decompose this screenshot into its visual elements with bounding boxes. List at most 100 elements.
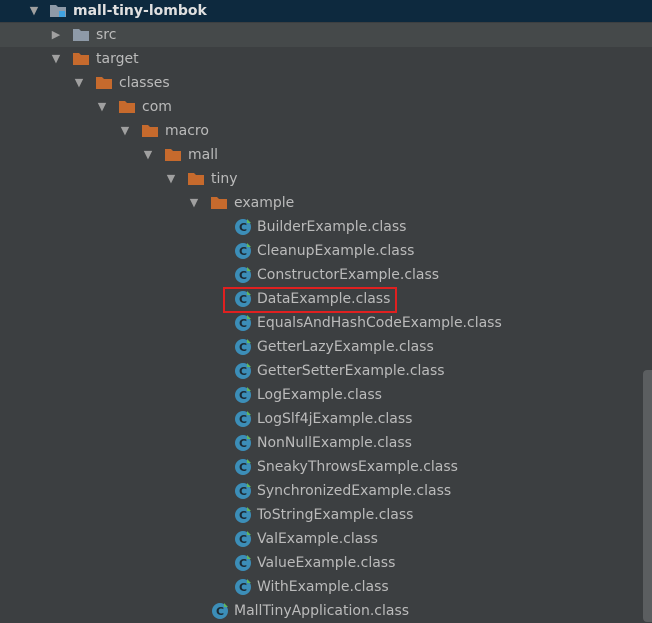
project-tree: ▼ mall-tiny-lombok ▶ src ▼ target ▼ clas… xyxy=(0,0,652,622)
tree-row-class-file[interactable]: C ValExample.class xyxy=(0,527,652,551)
tree-row-example[interactable]: ▼ example xyxy=(0,191,652,215)
java-class-icon: C xyxy=(235,531,251,547)
folder-label-tiny: tiny xyxy=(211,171,238,187)
folder-label-com: com xyxy=(142,99,172,115)
class-label: ToStringExample.class xyxy=(257,507,414,523)
svg-text:C: C xyxy=(239,485,247,498)
tree-row-class-file[interactable]: C GetterLazyExample.class xyxy=(0,335,652,359)
svg-text:C: C xyxy=(239,293,247,306)
folder-icon xyxy=(73,29,89,41)
class-label: BuilderExample.class xyxy=(257,219,407,235)
project-folder-icon xyxy=(50,5,66,17)
triangle-down-icon[interactable]: ▼ xyxy=(28,5,40,17)
svg-text:C: C xyxy=(239,461,247,474)
tree-row-class-file[interactable]: C EqualsAndHashCodeExample.class xyxy=(0,311,652,335)
svg-text:C: C xyxy=(239,365,247,378)
tree-row-tiny[interactable]: ▼ tiny xyxy=(0,167,652,191)
triangle-right-icon[interactable]: ▶ xyxy=(50,29,62,41)
svg-text:C: C xyxy=(239,245,247,258)
class-label: GetterSetterExample.class xyxy=(257,363,445,379)
class-label: MallTinyApplication.class xyxy=(234,603,410,619)
triangle-down-icon[interactable]: ▼ xyxy=(50,53,62,65)
svg-text:C: C xyxy=(239,437,247,450)
folder-icon xyxy=(165,149,181,161)
svg-text:C: C xyxy=(239,581,247,594)
tree-row-mall-tiny-application[interactable]: C MallTinyApplication.class xyxy=(0,599,652,623)
tree-row-class-file[interactable]: C NonNullExample.class xyxy=(0,431,652,455)
java-class-icon: C xyxy=(235,579,251,595)
java-class-icon: C xyxy=(235,411,251,427)
java-class-icon: C xyxy=(235,555,251,571)
java-class-icon: C xyxy=(235,459,251,475)
triangle-down-icon[interactable]: ▼ xyxy=(142,149,154,161)
class-label: ConstructorExample.class xyxy=(257,267,440,283)
svg-text:C: C xyxy=(216,605,224,618)
tree-row-target[interactable]: ▼ target xyxy=(0,47,652,71)
class-label: SneakyThrowsExample.class xyxy=(257,459,458,475)
class-label: LogExample.class xyxy=(257,387,382,403)
folder-label-example: example xyxy=(234,195,295,211)
folder-label-macro: macro xyxy=(165,123,209,139)
folder-icon xyxy=(96,77,112,89)
tree-row-macro[interactable]: ▼ macro xyxy=(0,119,652,143)
java-class-icon: C xyxy=(235,507,251,523)
vertical-scrollbar[interactable] xyxy=(643,370,652,622)
svg-text:C: C xyxy=(239,413,247,426)
class-label: ValueExample.class xyxy=(257,555,396,571)
folder-label-classes: classes xyxy=(119,75,170,91)
class-label: NonNullExample.class xyxy=(257,435,412,451)
folder-icon xyxy=(73,53,89,65)
class-label: LogSlf4jExample.class xyxy=(257,411,413,427)
svg-text:C: C xyxy=(239,317,247,330)
java-class-icon: C xyxy=(235,267,251,283)
class-label: CleanupExample.class xyxy=(257,243,415,259)
triangle-down-icon[interactable]: ▼ xyxy=(73,77,85,89)
tree-row-class-file[interactable]: C DataExample.class xyxy=(0,287,652,311)
tree-row-project[interactable]: ▼ mall-tiny-lombok xyxy=(0,0,652,22)
java-class-icon: C xyxy=(235,339,251,355)
project-name: mall-tiny-lombok xyxy=(73,3,207,19)
folder-label-target: target xyxy=(96,51,139,67)
folder-icon xyxy=(119,101,135,113)
tree-row-class-file[interactable]: C BuilderExample.class xyxy=(0,215,652,239)
class-label: GetterLazyExample.class xyxy=(257,339,434,355)
tree-row-class-file[interactable]: C SneakyThrowsExample.class xyxy=(0,455,652,479)
tree-row-class-file[interactable]: C ValueExample.class xyxy=(0,551,652,575)
tree-row-class-file[interactable]: C SynchronizedExample.class xyxy=(0,479,652,503)
java-class-icon: C xyxy=(235,219,251,235)
triangle-down-icon[interactable]: ▼ xyxy=(119,125,131,137)
svg-text:C: C xyxy=(239,341,247,354)
svg-text:C: C xyxy=(239,269,247,282)
triangle-down-icon[interactable]: ▼ xyxy=(188,197,200,209)
java-class-icon: C xyxy=(212,603,228,619)
tree-row-class-file[interactable]: C LogSlf4jExample.class xyxy=(0,407,652,431)
tree-row-classes[interactable]: ▼ classes xyxy=(0,71,652,95)
tree-row-class-file[interactable]: C ToStringExample.class xyxy=(0,503,652,527)
folder-label-src: src xyxy=(96,27,117,43)
svg-text:C: C xyxy=(239,557,247,570)
class-label: SynchronizedExample.class xyxy=(257,483,452,499)
tree-row-com[interactable]: ▼ com xyxy=(0,95,652,119)
tree-row-class-file[interactable]: C GetterSetterExample.class xyxy=(0,359,652,383)
java-class-icon: C xyxy=(235,363,251,379)
class-label: EqualsAndHashCodeExample.class xyxy=(257,315,502,331)
tree-row-class-file[interactable]: C WithExample.class xyxy=(0,575,652,599)
tree-row-class-file[interactable]: C ConstructorExample.class xyxy=(0,263,652,287)
svg-text:C: C xyxy=(239,533,247,546)
java-class-icon: C xyxy=(235,315,251,331)
svg-text:C: C xyxy=(239,221,247,234)
java-class-icon: C xyxy=(235,435,251,451)
triangle-down-icon[interactable]: ▼ xyxy=(165,173,177,185)
class-label: DataExample.class xyxy=(257,291,391,307)
svg-text:C: C xyxy=(239,509,247,522)
tree-row-class-file[interactable]: C CleanupExample.class xyxy=(0,239,652,263)
tree-row-class-file[interactable]: C LogExample.class xyxy=(0,383,652,407)
tree-row-src[interactable]: ▶ src xyxy=(0,23,652,47)
class-label: WithExample.class xyxy=(257,579,389,595)
folder-icon xyxy=(188,173,204,185)
triangle-down-icon[interactable]: ▼ xyxy=(96,101,108,113)
java-class-icon: C xyxy=(235,387,251,403)
java-class-icon: C xyxy=(235,483,251,499)
tree-row-mall[interactable]: ▼ mall xyxy=(0,143,652,167)
java-class-icon: C xyxy=(235,291,251,307)
